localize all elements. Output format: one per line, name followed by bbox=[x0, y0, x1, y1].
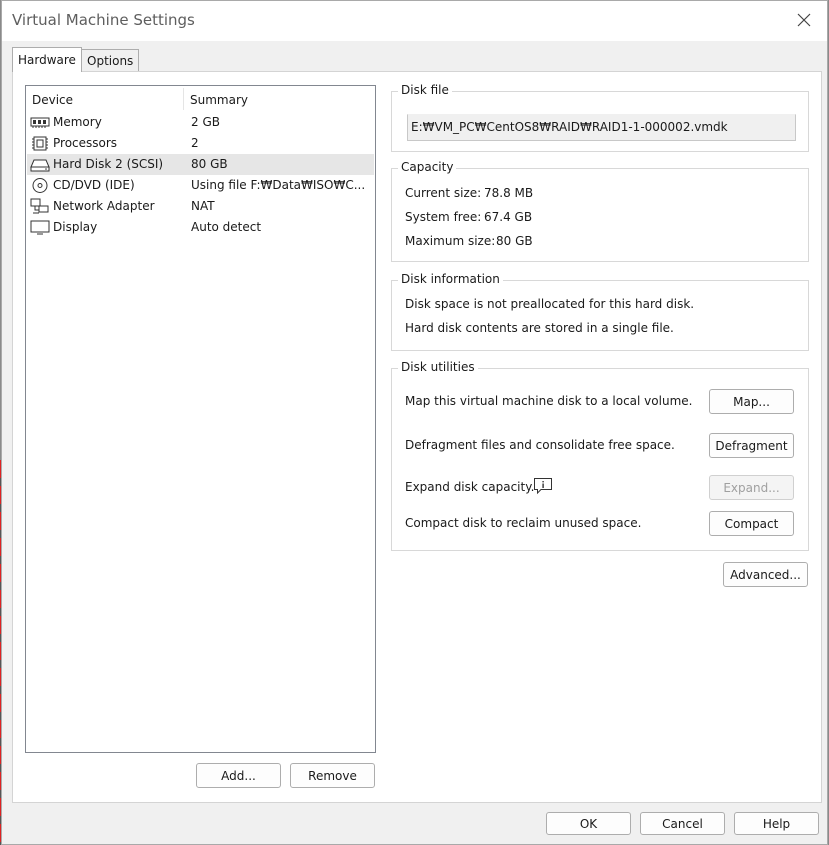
disk-file-path[interactable]: E:₩VM_PC₩CentOS8₩RAID₩RAID1-1-000002.vmd… bbox=[407, 114, 796, 141]
remove-device-button[interactable]: Remove bbox=[290, 763, 375, 788]
device-row-network-adapter[interactable]: Network Adapter NAT bbox=[27, 196, 374, 217]
add-device-button[interactable]: Add... bbox=[196, 763, 281, 788]
device-list-header: Device Summary bbox=[26, 86, 375, 112]
device-row-hard-disk[interactable]: Hard Disk 2 (SCSI) 80 GB bbox=[27, 154, 374, 175]
compact-description: Compact disk to reclaim unused space. bbox=[405, 516, 642, 530]
advanced-button[interactable]: Advanced... bbox=[723, 562, 808, 587]
help-button[interactable]: Help bbox=[734, 812, 819, 835]
expand-button[interactable]: Expand... bbox=[709, 475, 794, 500]
capacity-group: Capacity Current size: 78.8 MB System fr… bbox=[391, 160, 809, 262]
device-name: Hard Disk 2 (SCSI) bbox=[53, 157, 164, 171]
tab-hardware[interactable]: Hardware bbox=[12, 47, 82, 72]
close-button[interactable] bbox=[781, 1, 827, 39]
cd-dvd-icon bbox=[32, 178, 48, 193]
close-icon bbox=[797, 13, 811, 27]
device-row-display[interactable]: Display Auto detect bbox=[27, 217, 374, 238]
disk-file-label: Disk file bbox=[398, 83, 452, 97]
disk-utilities-group: Disk utilities Map this virtual machine … bbox=[391, 360, 809, 551]
system-free-value: 67.4 GB bbox=[484, 210, 533, 224]
compact-button[interactable]: Compact bbox=[709, 511, 794, 536]
defragment-button[interactable]: Defragment bbox=[709, 433, 794, 458]
device-name: CD/DVD (IDE) bbox=[53, 178, 135, 192]
disk-information-label: Disk information bbox=[398, 272, 503, 286]
defragment-description: Defragment files and consolidate free sp… bbox=[405, 438, 675, 452]
display-icon bbox=[30, 220, 50, 235]
hard-disk-icon bbox=[30, 159, 50, 172]
maximum-size-label: Maximum size: bbox=[405, 234, 496, 248]
device-name: Network Adapter bbox=[53, 199, 155, 213]
device-row-processors[interactable]: Processors 2 bbox=[27, 133, 374, 154]
processor-icon bbox=[32, 136, 48, 151]
summary-column-header[interactable]: Summary bbox=[190, 93, 248, 107]
device-name: Memory bbox=[53, 115, 102, 129]
device-summary: NAT bbox=[191, 199, 215, 213]
ok-button[interactable]: OK bbox=[546, 812, 631, 835]
maximum-size-value: 80 GB bbox=[496, 234, 533, 248]
hardware-panel: Device Summary Memory 2 GB Processors 2 … bbox=[12, 71, 822, 803]
map-description: Map this virtual machine disk to a local… bbox=[405, 394, 693, 408]
current-size-label: Current size: bbox=[405, 186, 482, 200]
device-summary: Auto detect bbox=[191, 220, 262, 234]
disk-utilities-label: Disk utilities bbox=[398, 360, 478, 374]
device-column-header[interactable]: Device bbox=[32, 93, 73, 107]
device-summary: 80 GB bbox=[191, 157, 228, 171]
device-list: Device Summary Memory 2 GB Processors 2 … bbox=[25, 85, 376, 753]
disk-info-line-1: Disk space is not preallocated for this … bbox=[405, 297, 695, 311]
info-tooltip-icon[interactable] bbox=[533, 477, 553, 495]
column-divider[interactable] bbox=[183, 88, 184, 110]
disk-file-group: Disk file E:₩VM_PC₩CentOS8₩RAID₩RAID1-1-… bbox=[391, 83, 809, 152]
device-row-cd-dvd[interactable]: CD/DVD (IDE) Using file F:₩Data₩ISO₩C... bbox=[27, 175, 374, 196]
window-title: Virtual Machine Settings bbox=[12, 11, 195, 29]
disk-info-line-2: Hard disk contents are stored in a singl… bbox=[405, 321, 674, 335]
device-row-memory[interactable]: Memory 2 GB bbox=[27, 112, 374, 133]
system-free-label: System free: bbox=[405, 210, 482, 224]
expand-description: Expand disk capacity. bbox=[405, 480, 535, 494]
title-bar: Virtual Machine Settings bbox=[2, 1, 827, 41]
settings-dialog: Virtual Machine Settings Hardware Option… bbox=[1, 0, 828, 845]
device-summary: 2 bbox=[191, 136, 199, 150]
current-size-value: 78.8 MB bbox=[484, 186, 534, 200]
device-name: Processors bbox=[53, 136, 118, 150]
capacity-label: Capacity bbox=[398, 160, 457, 174]
tab-options[interactable]: Options bbox=[82, 49, 140, 71]
memory-icon bbox=[30, 117, 50, 128]
network-adapter-icon bbox=[30, 198, 49, 214]
device-name: Display bbox=[53, 220, 98, 234]
device-summary: Using file F:₩Data₩ISO₩C... bbox=[191, 178, 366, 192]
map-button[interactable]: Map... bbox=[709, 389, 794, 414]
cancel-button[interactable]: Cancel bbox=[640, 812, 725, 835]
disk-information-group: Disk information Disk space is not preal… bbox=[391, 272, 809, 351]
device-summary: 2 GB bbox=[191, 115, 220, 129]
